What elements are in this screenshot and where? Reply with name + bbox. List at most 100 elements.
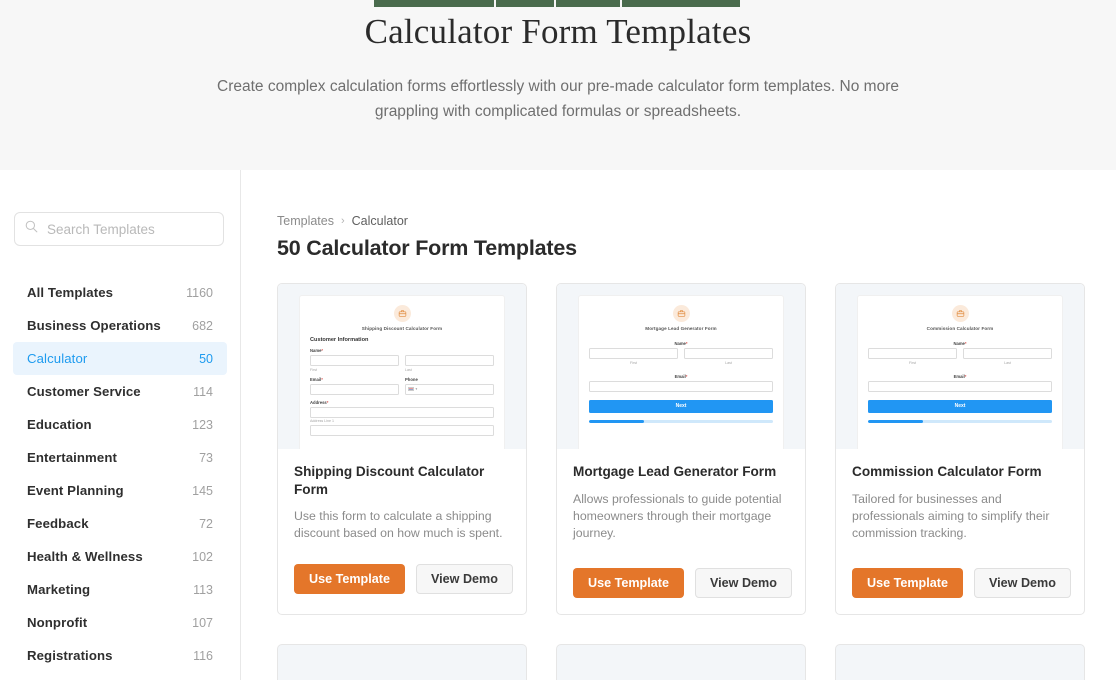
preview-field-email-phone: Email* Phone ▾ xyxy=(310,377,494,395)
search-input[interactable] xyxy=(45,220,213,238)
preview-field-label: Email xyxy=(953,373,965,379)
preview-input xyxy=(963,348,1052,359)
sidebar-item-all-templates[interactable]: All Templates 1160 xyxy=(13,276,227,309)
sidebar-item-label: Business Operations xyxy=(27,318,161,333)
template-card[interactable]: Shipping Discount Calculator Form Custom… xyxy=(277,283,527,615)
page-title: Calculator Form Templates xyxy=(364,12,752,51)
form-preview: Shipping Discount Calculator Form Custom… xyxy=(300,296,504,449)
sidebar: All Templates 1160 Business Operations 6… xyxy=(0,170,241,680)
required-marker: * xyxy=(321,348,324,353)
template-grid-next-row xyxy=(277,643,1096,680)
page-body: All Templates 1160 Business Operations 6… xyxy=(0,170,1116,680)
preview-field-sublabel: First xyxy=(630,360,637,365)
preview-input xyxy=(310,406,494,418)
breadcrumb-separator-icon: › xyxy=(340,215,345,227)
preview-input xyxy=(310,383,399,395)
breadcrumb-current: Calculator xyxy=(351,214,408,228)
template-card[interactable] xyxy=(556,643,806,680)
sidebar-item-business-operations[interactable]: Business Operations 682 xyxy=(13,309,227,342)
card-description: Allows professionals to guide potential … xyxy=(573,491,782,540)
template-card[interactable]: Mortgage Lead Generator Form Name* First xyxy=(556,283,806,615)
sidebar-item-count: 1160 xyxy=(186,285,213,300)
required-marker: * xyxy=(685,373,688,379)
template-card[interactable] xyxy=(277,643,527,680)
preview-input xyxy=(868,380,1052,392)
card-description: Tailored for businesses and professional… xyxy=(852,491,1050,540)
sidebar-item-marketing[interactable]: Marketing 113 xyxy=(13,573,227,606)
hero-banner: Calculator Form Templates Create complex… xyxy=(0,0,1116,170)
nav-chip-1[interactable] xyxy=(374,0,494,7)
breadcrumb-root[interactable]: Templates xyxy=(277,214,334,228)
sidebar-item-label: Marketing xyxy=(27,582,91,597)
preview-input xyxy=(310,355,399,366)
preview-input xyxy=(405,355,494,366)
use-template-button[interactable]: Use Template xyxy=(852,567,963,598)
card-title[interactable]: Mortgage Lead Generator Form xyxy=(573,463,789,481)
results-heading: 50 Calculator Form Templates xyxy=(277,236,577,260)
preview-field-label: Email xyxy=(674,373,686,379)
view-demo-button[interactable]: View Demo xyxy=(973,567,1071,598)
use-template-button[interactable]: Use Template xyxy=(294,564,405,594)
template-card[interactable]: Commission Calculator Form Name* First L… xyxy=(835,283,1085,615)
sidebar-item-entertainment[interactable]: Entertainment 73 xyxy=(13,441,227,474)
card-title[interactable]: Shipping Discount Calculator Form xyxy=(294,463,510,498)
briefcase-icon xyxy=(951,305,969,322)
preview-field-label: Email xyxy=(310,376,322,382)
sidebar-item-education[interactable]: Education 123 xyxy=(13,408,227,441)
preview-field-label: Address xyxy=(310,399,327,405)
sidebar-item-count: 682 xyxy=(192,318,213,333)
sidebar-item-count: 73 xyxy=(199,450,213,465)
preview-input xyxy=(684,348,773,359)
sidebar-item-label: Registrations xyxy=(27,648,113,663)
preview-field-email: Email* xyxy=(868,374,1052,392)
template-thumbnail[interactable]: Commission Calculator Form Name* First L… xyxy=(836,284,1084,449)
template-thumbnail[interactable]: Mortgage Lead Generator Form Name* First xyxy=(557,284,805,449)
nav-chip-4[interactable] xyxy=(622,0,740,7)
required-marker: * xyxy=(685,341,688,346)
sidebar-item-count: 114 xyxy=(193,384,213,399)
required-marker: * xyxy=(321,376,323,382)
preview-field-sublabel: Last xyxy=(405,367,412,372)
preview-field-sublabel: First xyxy=(310,367,317,372)
sidebar-item-calculator[interactable]: Calculator 50 xyxy=(13,342,227,375)
preview-field-sublabel: First xyxy=(909,360,916,365)
category-list: All Templates 1160 Business Operations 6… xyxy=(0,276,240,672)
briefcase-icon xyxy=(393,305,411,322)
breadcrumb: Templates › Calculator xyxy=(277,214,1096,228)
preview-form-title: Commission Calculator Form xyxy=(926,326,994,331)
use-template-button[interactable]: Use Template xyxy=(573,567,684,598)
preview-field-sublabel: Last xyxy=(1004,360,1011,365)
sidebar-item-count: 107 xyxy=(192,615,213,630)
sidebar-item-label: Customer Service xyxy=(27,384,141,399)
template-thumbnail[interactable]: Shipping Discount Calculator Form Custom… xyxy=(278,284,526,449)
preview-field-label: Name xyxy=(674,341,686,346)
sidebar-item-feedback[interactable]: Feedback 72 xyxy=(13,507,227,540)
sidebar-item-nonprofit[interactable]: Nonprofit 107 xyxy=(13,606,227,639)
view-demo-button[interactable]: View Demo xyxy=(694,567,792,598)
preview-field-label: Name xyxy=(310,348,322,353)
sidebar-item-count: 145 xyxy=(192,483,213,498)
sidebar-item-customer-service[interactable]: Customer Service 114 xyxy=(13,375,227,408)
card-body: Commission Calculator Form Tailored for … xyxy=(836,449,1084,542)
nav-chip-2[interactable] xyxy=(496,0,554,7)
sidebar-item-event-planning[interactable]: Event Planning 145 xyxy=(13,474,227,507)
main-content: Templates › Calculator 50 Calculator For… xyxy=(241,170,1116,680)
card-title[interactable]: Commission Calculator Form xyxy=(852,463,1068,481)
sidebar-item-health-wellness[interactable]: Health & Wellness 102 xyxy=(13,540,227,573)
sidebar-item-registrations[interactable]: Registrations 116 xyxy=(13,639,227,672)
flag-icon xyxy=(408,387,414,391)
sidebar-item-count: 116 xyxy=(193,648,213,663)
search-icon xyxy=(25,220,45,238)
template-card[interactable] xyxy=(835,643,1085,680)
sidebar-item-count: 123 xyxy=(192,417,213,432)
sidebar-item-label: Nonprofit xyxy=(27,615,88,630)
view-demo-button[interactable]: View Demo xyxy=(415,564,513,594)
search-container xyxy=(0,212,240,246)
preview-section-title: Customer Information xyxy=(310,337,369,343)
search-box[interactable] xyxy=(14,212,224,246)
briefcase-icon xyxy=(672,305,690,322)
required-marker: * xyxy=(964,373,967,379)
preview-field-label: Phone xyxy=(405,376,418,382)
nav-chip-3[interactable] xyxy=(556,0,620,7)
required-marker: * xyxy=(964,341,967,346)
